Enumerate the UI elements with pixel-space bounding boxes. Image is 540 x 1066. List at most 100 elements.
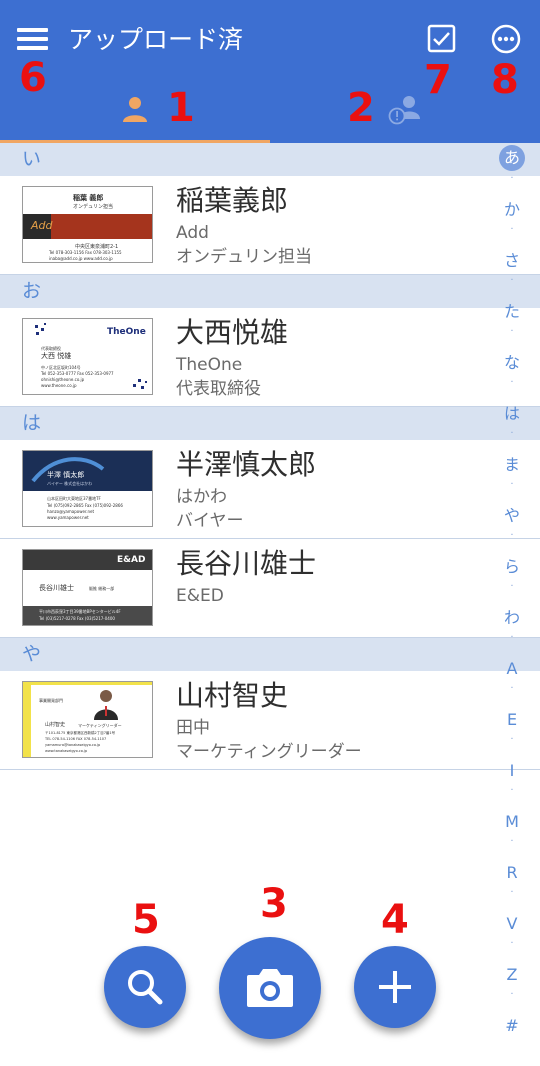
index-separator: ·: [510, 530, 514, 541]
annotation-1: 1: [167, 85, 195, 131]
card-name: 稲葉 義郎: [73, 194, 104, 202]
annotation-4: 4: [381, 897, 409, 943]
index-item[interactable]: わ: [498, 607, 526, 629]
index-item[interactable]: さ: [498, 250, 526, 272]
card-name: 山村智史: [45, 722, 66, 728]
camera-icon: [247, 969, 293, 1007]
index-separator: ·: [510, 632, 514, 643]
person-warning-icon: [388, 96, 420, 125]
index-item[interactable]: A: [498, 658, 526, 680]
index-separator: ·: [510, 734, 514, 745]
section-header: い: [0, 143, 540, 176]
index-separator: ·: [510, 224, 514, 235]
index-item[interactable]: や: [498, 505, 526, 527]
contact-company: 田中: [176, 718, 210, 738]
card-brand: TheOne: [107, 327, 146, 337]
card-department: 事業開発部門: [39, 698, 63, 703]
person-icon: [123, 97, 147, 122]
annotation-8: 8: [491, 57, 519, 103]
index-item[interactable]: #: [498, 1015, 526, 1037]
index-item[interactable]: Z: [498, 964, 526, 986]
section-header: お: [0, 275, 540, 308]
index-item[interactable]: ま: [498, 454, 526, 476]
hamburger-menu-icon[interactable]: [14, 24, 52, 54]
contact-name: 稲葉義郎: [176, 184, 289, 217]
card-address: 平川市西荻窪3丁目39番地BPセンタービル4F: [39, 609, 121, 614]
section-header: や: [0, 638, 540, 671]
index-separator: ·: [510, 326, 514, 337]
card-name: 半澤 慎太郎: [47, 471, 85, 479]
card-tel: Tel (03)5217-0278 Fax (03)5217-0400: [39, 616, 115, 621]
card-title: マーケティングリーダー: [78, 723, 122, 728]
card-title: オンデュリン担当: [73, 204, 114, 210]
card-thumbnail: 半澤 慎太郎 バイヤー 株式会社はかわ 山本区田町大東地区37番地TF Tel …: [22, 450, 153, 527]
add-contact-button[interactable]: [354, 946, 436, 1028]
list-item[interactable]: TheOne 代表取締役 大西 悦雄 中ノ区北区坂町104号 Tel 052-3…: [0, 308, 540, 407]
card-brand: E&AD: [117, 555, 146, 565]
card-name: 大西 悦雄: [41, 352, 72, 360]
index-item[interactable]: ら: [498, 556, 526, 578]
checkbox-icon[interactable]: [422, 20, 460, 58]
plus-icon: [379, 971, 411, 1003]
card-tel: TEL 078-54-1106 FAX 078-54-1107: [45, 737, 107, 741]
card-thumbnail: TheOne 代表取締役 大西 悦雄 中ノ区北区坂町104号 Tel 052-3…: [22, 318, 153, 395]
section-header: は: [0, 407, 540, 440]
index-item[interactable]: か: [498, 199, 526, 221]
index-separator: ·: [510, 887, 514, 898]
list-item[interactable]: 事業開発部門 山村智史 マーケティングリーダー 〒101-8175 東京都港区西…: [0, 671, 540, 770]
card-web: www.yamapower.net: [47, 515, 89, 520]
card-logo: Add: [31, 219, 53, 232]
card-title: バイヤー 株式会社はかわ: [47, 481, 93, 486]
contact-position: 代表取締役: [176, 379, 261, 399]
index-item[interactable]: E: [498, 709, 526, 731]
index-separator: ·: [510, 428, 514, 439]
card-thumbnail: 事業開発部門 山村智史 マーケティングリーダー 〒101-8175 東京都港区西…: [22, 681, 153, 758]
list-item[interactable]: E&AD 長谷川雄士 販推 総務一部 平川市西荻窪3丁目39番地BPセンタービル…: [0, 539, 540, 638]
index-item[interactable]: V: [498, 913, 526, 935]
contact-name: 大西悦雄: [176, 316, 289, 349]
camera-button[interactable]: [219, 937, 321, 1039]
index-item[interactable]: M: [498, 811, 526, 833]
index-item[interactable]: た: [498, 301, 526, 323]
card-web: inaba@add.co.jp www.add.co.jp: [49, 256, 113, 261]
app-bar: アップロード済: [0, 0, 540, 143]
list-item[interactable]: 半澤 慎太郎 バイヤー 株式会社はかわ 山本区田町大東地区37番地TF Tel …: [0, 440, 540, 539]
index-separator: ·: [510, 377, 514, 388]
contact-company: TheOne: [176, 355, 243, 375]
annotation-7: 7: [424, 57, 452, 103]
index-separator: ·: [510, 173, 514, 184]
contact-position: バイヤー: [176, 511, 244, 531]
contact-company: はかわ: [176, 487, 227, 507]
more-options-icon[interactable]: [487, 20, 525, 58]
contact-company: E&ED: [176, 586, 224, 606]
contact-position: オンデュリン担当: [176, 247, 312, 267]
index-separator: ·: [510, 938, 514, 949]
index-item[interactable]: R: [498, 862, 526, 884]
search-button[interactable]: [104, 946, 186, 1028]
card-web: www.theone.co.jp: [41, 383, 77, 388]
index-separator: ·: [510, 836, 514, 847]
index-bar[interactable]: あ · か · さ · た · な · は · ま · や · ら · わ · …: [498, 145, 526, 1045]
card-portrait: [94, 690, 118, 720]
card-mail: yamamura@tanakaseigyo.co.jp: [45, 743, 101, 747]
list-item[interactable]: 稲葉 義郎 オンデュリン担当 Add 中央区東泉浦町2-1 Tel 078-30…: [0, 176, 540, 275]
index-item[interactable]: あ: [499, 145, 525, 171]
index-item[interactable]: は: [498, 403, 526, 425]
index-separator: ·: [510, 581, 514, 592]
index-item[interactable]: I: [498, 760, 526, 782]
contact-company: Add: [176, 223, 209, 243]
contact-name: 長谷川雄士: [176, 547, 317, 580]
contact-list: い 稲葉 義郎 オンデュリン担当 Add 中央区東泉浦町2-1 Tel 078-…: [0, 143, 540, 770]
page-title: アップロード済: [68, 25, 244, 54]
card-thumbnail: E&AD 長谷川雄士 販推 総務一部 平川市西荻窪3丁目39番地BPセンタービル…: [22, 549, 153, 626]
card-web: www.tanakaseigyo.co.jp: [45, 749, 88, 753]
index-separator: ·: [510, 479, 514, 490]
annotation-5: 5: [132, 897, 160, 943]
index-separator: ·: [510, 785, 514, 796]
contact-name: 山村智史: [176, 679, 289, 712]
index-separator: ·: [510, 989, 514, 1000]
index-item[interactable]: な: [498, 352, 526, 374]
card-thumbnail: 稲葉 義郎 オンデュリン担当 Add 中央区東泉浦町2-1 Tel 078-30…: [22, 186, 153, 263]
search-icon: [128, 970, 163, 1005]
annotation-2: 2: [347, 85, 375, 131]
